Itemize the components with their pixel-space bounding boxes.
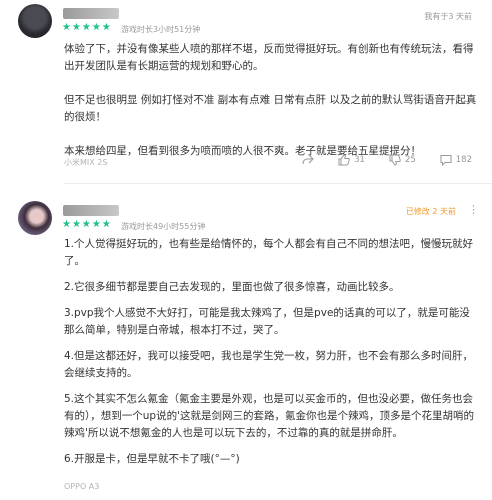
review-paragraph: 体验了下，并没有像某些人喷的那样不堪，反而觉得挺好玩。有创新也有传统玩法，看得出… [64,43,474,72]
username-redacted[interactable] [63,205,119,216]
review-paragraph: 5.这个其实不怎么氪金（氪金主要是外观，也是可以买金币的，但也没必要，做任务也会… [64,393,474,439]
thumbs-down-icon [389,154,401,166]
review-paragraph: 4.但是这都还好，我可以接受吧，我也是学生党一枚，努力肝，也不会有那么多时间肝，… [64,350,474,379]
dislike-button[interactable]: 25 [389,154,416,166]
comment-button[interactable]: 182 [440,154,472,166]
review-time: 我有于3 天前 [424,12,472,21]
more-options-icon[interactable]: ⋮ [468,203,479,216]
playtime-meta: 游戏时长49小时55分钟 [121,222,206,231]
share-button[interactable] [302,154,314,166]
review-paragraph: 1.个人觉得挺好玩的，也有些是给情怀的，每个人都会有自己不同的想法吧，慢慢玩就好… [64,238,474,267]
user-avatar[interactable] [18,201,52,235]
username-redacted[interactable] [63,8,119,19]
comment-icon [440,154,452,166]
review-time: 已修改 2 天前 [405,207,456,216]
review-body: 体验了下，并没有像某些人喷的那样不堪，反而觉得挺好玩。有创新也有传统玩法，看得出… [64,41,479,160]
review-paragraph: 3.pvp我个人感觉不大好打，可能是我太辣鸡了，但是pve的话真的可以了，就是可… [64,307,470,336]
playtime-meta: 游戏时长3小时51分钟 [121,25,201,34]
rating-stars: ★★★★★ [62,219,112,230]
share-icon [302,154,314,166]
review-paragraph: 但不足也很明显 例如打怪对不准 副本有点难 日常有点肝 以及之前的默认骂街语音开… [64,94,477,123]
rating-stars: ★★★★★ [62,22,112,33]
thumbs-up-icon [338,154,350,166]
like-count: 31 [354,155,365,165]
review-paragraph: 6.开服是卡，但是早就不卡了哦(°—°) [64,453,240,465]
review-actions: 31 25 182 [278,154,472,166]
review-paragraph: 2.它很多细节都是要自己去发现的，里面也做了很多惊喜，动画比较多。 [64,281,400,293]
review-body: 1.个人觉得挺好玩的，也有些是给情怀的，每个人都会有自己不同的想法吧，慢慢玩就好… [64,236,479,468]
device-label: OPPO A3 [64,482,100,491]
user-avatar[interactable] [18,4,52,38]
comment-count: 182 [455,155,472,165]
device-label: 小米MIX 2S [64,158,108,167]
like-button[interactable]: 31 [338,154,365,166]
dislike-count: 25 [404,155,416,165]
review-divider [64,183,492,184]
